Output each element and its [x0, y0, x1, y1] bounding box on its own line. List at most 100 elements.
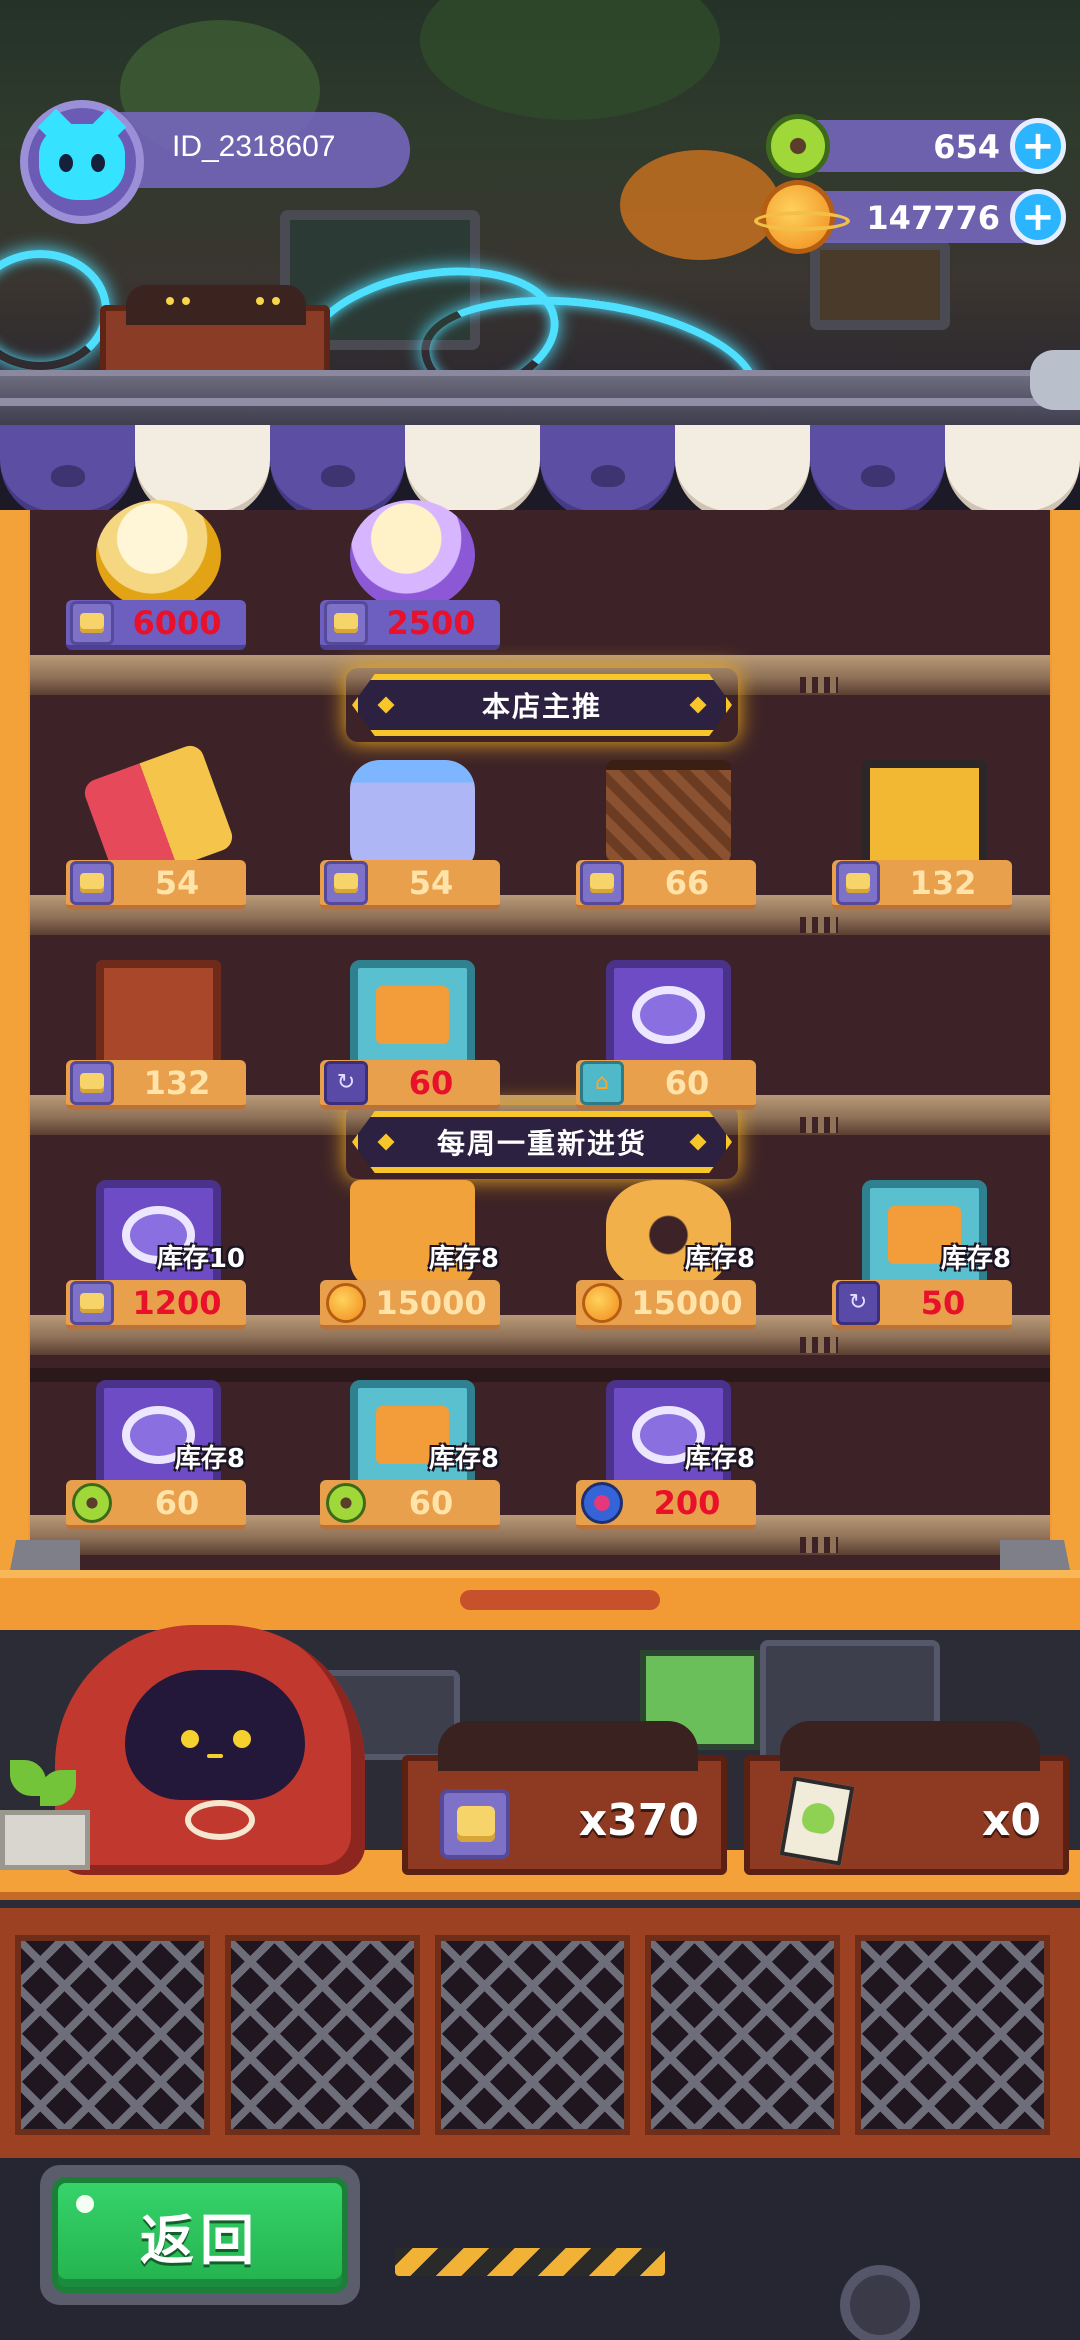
price-tag[interactable]: 6000: [66, 600, 246, 650]
teal-house-card-icon: [350, 960, 475, 1070]
stock-label: 库存8: [174, 1444, 245, 1474]
gear-icon: [840, 2265, 920, 2340]
ticket-currency-icon: [580, 860, 624, 905]
price-tag[interactable]: 60: [66, 1480, 246, 1530]
donut-amount: 654: [933, 128, 1000, 166]
price-tag[interactable]: 2500: [320, 600, 500, 650]
item-price: 60: [154, 1483, 200, 1522]
shop-roof-bar: [0, 370, 1080, 430]
stock-label: 库存10: [156, 1244, 245, 1274]
item-price: 1200: [132, 1283, 222, 1322]
shop-item[interactable]: ↻ 60: [320, 960, 505, 1110]
ticket-currency-icon: [324, 600, 368, 645]
player-avatar[interactable]: [20, 100, 144, 224]
ticket-currency-icon: [324, 860, 368, 905]
price-tag[interactable]: 132: [66, 1060, 246, 1110]
planet-amount: 147776: [866, 199, 1000, 237]
item-price: 15000: [631, 1283, 743, 1322]
shopkeeper-character[interactable]: [55, 1625, 375, 1875]
shop-item[interactable]: 132: [832, 760, 1017, 910]
stock-label: 库存8: [684, 1244, 755, 1274]
player-id: ID_2318607: [172, 130, 336, 163]
shop-item[interactable]: 库存8 15000: [320, 1180, 505, 1330]
back-button-label: 返回: [140, 2208, 260, 2272]
price-tag[interactable]: 1200: [66, 1280, 246, 1330]
wooden-crate-icon: [96, 960, 221, 1070]
player-profile[interactable]: ID_2318607: [20, 100, 410, 224]
back-button[interactable]: 返回: [40, 2165, 360, 2305]
price-tag[interactable]: 200: [576, 1480, 756, 1530]
stock-label: 库存8: [428, 1444, 499, 1474]
shop-item[interactable]: 2500: [320, 500, 505, 650]
price-tag[interactable]: 15000: [576, 1280, 756, 1330]
badge-currency-icon: [580, 1481, 624, 1525]
shop-item[interactable]: 54: [66, 741, 251, 910]
cyan-cat-icon: [39, 124, 125, 200]
weekly-restock-header: 每周一重新进货: [352, 1111, 732, 1173]
item-price: 60: [408, 1063, 454, 1102]
potion-bottle-icon: [350, 760, 475, 870]
shop-item[interactable]: 66: [576, 760, 761, 910]
weekly-restock-title: 每周一重新进货: [436, 1127, 647, 1160]
donut-currency-icon: [70, 1481, 114, 1525]
price-tag[interactable]: ↻ 60: [320, 1060, 500, 1110]
shop-item[interactable]: 库存8 60: [66, 1380, 251, 1530]
featured-section-title: 本店主推: [481, 690, 602, 723]
potted-plant-icon: [0, 1760, 90, 1870]
item-price: 15000: [375, 1283, 487, 1322]
stock-label: 库存8: [684, 1444, 755, 1474]
item-price: 50: [920, 1283, 966, 1322]
price-tag[interactable]: 54: [66, 860, 246, 910]
toolbox-icon: [862, 760, 987, 870]
price-tag[interactable]: 60: [320, 1480, 500, 1530]
swirl-card-currency-icon: ↻: [324, 1060, 368, 1105]
add-planet-button[interactable]: +: [1010, 189, 1066, 245]
purple-orb-icon: [350, 500, 475, 610]
donut-coin-icon: [766, 114, 830, 178]
add-donut-button[interactable]: +: [1010, 118, 1066, 174]
shop-item[interactable]: ⌂ 60: [576, 960, 761, 1110]
shelf-bottom-rail: [0, 1570, 1080, 1630]
price-tag[interactable]: 54: [320, 860, 500, 910]
price-tag[interactable]: ⌂ 60: [576, 1060, 756, 1110]
donut-currency-bar: 654 +: [766, 114, 1066, 178]
shop-item[interactable]: 库存8 200: [576, 1380, 761, 1530]
item-price: 6000: [132, 603, 222, 642]
shop-item[interactable]: 库存10 1200: [66, 1180, 251, 1330]
scissors-icon[interactable]: [1030, 350, 1080, 410]
ticket-currency-icon: [70, 1280, 114, 1325]
ticket-currency-icon: [70, 860, 114, 905]
gold-orb-icon: [96, 500, 221, 610]
item-price: 60: [408, 1483, 454, 1522]
stock-label: 库存8: [940, 1244, 1011, 1274]
ticket-currency-icon: [836, 860, 880, 905]
seed-resource-crate[interactable]: x0: [744, 1721, 1069, 1875]
item-price: 54: [408, 863, 454, 902]
seed-count: x0: [982, 1795, 1041, 1846]
ticket-icon: [440, 1789, 510, 1859]
shop-item[interactable]: 库存8 15000: [576, 1180, 761, 1330]
shop-item[interactable]: 54: [320, 760, 505, 910]
item-price: 54: [154, 863, 200, 902]
hazard-stripe: [395, 2248, 665, 2276]
price-tag[interactable]: ↻ 50: [832, 1280, 1012, 1330]
ticket-currency-icon: [70, 1060, 114, 1105]
seed-packet-icon: [779, 1776, 855, 1866]
ticket-count: x370: [578, 1795, 699, 1846]
item-price: 66: [664, 863, 710, 902]
shop-item[interactable]: 132: [66, 960, 251, 1110]
purple-swirl-card-icon: [606, 960, 731, 1070]
handbag-icon: [606, 760, 731, 870]
price-tag[interactable]: 66: [576, 860, 756, 910]
ticket-resource-crate[interactable]: x370: [402, 1721, 727, 1875]
shop-item[interactable]: 库存8 ↻ 50: [832, 1180, 1017, 1330]
shop-item[interactable]: 库存8 60: [320, 1380, 505, 1530]
shop-item[interactable]: 6000: [66, 500, 251, 650]
price-tag[interactable]: 15000: [320, 1280, 500, 1330]
item-price: 2500: [386, 603, 476, 642]
featured-section-header: 本店主推: [352, 674, 732, 736]
price-tag[interactable]: 132: [832, 860, 1012, 910]
item-price: 60: [664, 1063, 710, 1102]
stock-label: 库存8: [428, 1244, 499, 1274]
item-price: 132: [143, 1063, 211, 1102]
